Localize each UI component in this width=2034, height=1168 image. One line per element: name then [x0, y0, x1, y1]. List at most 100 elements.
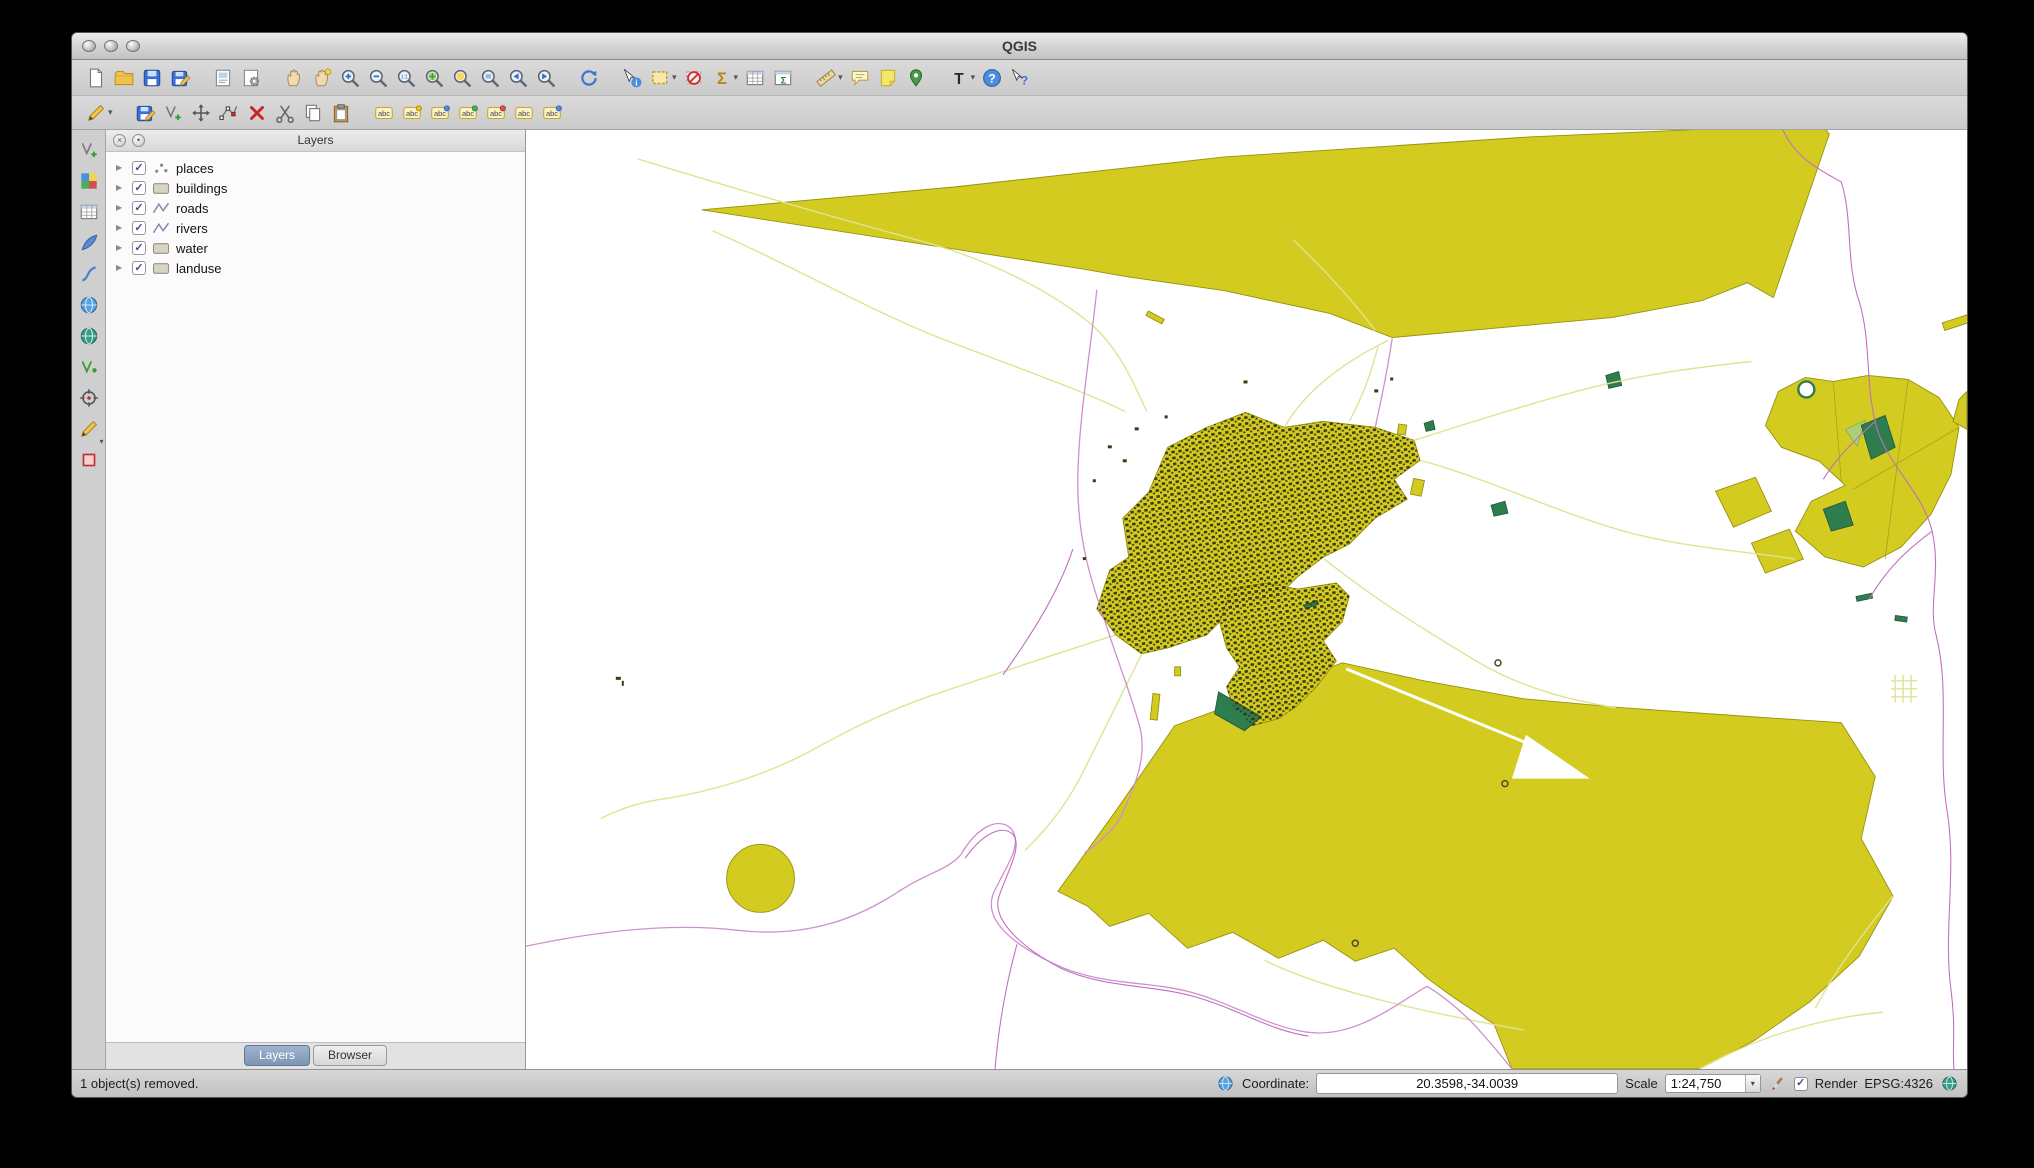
expand-arrow-icon[interactable]: [116, 163, 127, 173]
annotation-pencil-button[interactable]: [76, 417, 102, 443]
annotation-pen-button[interactable]: [76, 231, 102, 257]
qgis-window: QGIS: [71, 32, 1968, 1098]
wms-button[interactable]: [76, 324, 102, 350]
spline-button[interactable]: [76, 262, 102, 288]
expand-arrow-icon[interactable]: [116, 203, 127, 213]
layers-panel-header: Layers: [106, 130, 525, 152]
tab-browser[interactable]: Browser: [313, 1045, 387, 1066]
layer-visibility-checkbox[interactable]: [132, 261, 146, 275]
node-tool-button[interactable]: [216, 100, 242, 126]
layer-row-rivers[interactable]: rivers: [106, 218, 525, 238]
open-attribute-table-button[interactable]: [742, 65, 768, 91]
expand-arrow-icon[interactable]: [116, 223, 127, 233]
expand-arrow-icon[interactable]: [116, 243, 127, 253]
map-canvas[interactable]: [526, 130, 1967, 1069]
add-feature-button[interactable]: [160, 100, 186, 126]
map-tips-button[interactable]: [847, 65, 873, 91]
labeling-button[interactable]: [371, 100, 397, 126]
change-label-button[interactable]: [483, 100, 509, 126]
layers-panel-title: Layers: [297, 133, 333, 147]
scale-dropdown-arrow-icon[interactable]: [1745, 1075, 1760, 1092]
refresh-map-button[interactable]: [576, 65, 602, 91]
new-annotation-button[interactable]: [875, 65, 901, 91]
layer-row-buildings[interactable]: buildings: [106, 178, 525, 198]
text-annotation-button[interactable]: [946, 65, 978, 91]
zoom-in-button[interactable]: [337, 65, 363, 91]
layer-visibility-checkbox[interactable]: [132, 201, 146, 215]
select-features-button[interactable]: [647, 65, 679, 91]
layer-row-roads[interactable]: roads: [106, 198, 525, 218]
composer-manager-button[interactable]: [238, 65, 264, 91]
new-project-button[interactable]: [83, 65, 109, 91]
dock-tab-bar: Layers Browser: [106, 1042, 525, 1069]
zoom-last-button[interactable]: [505, 65, 531, 91]
layer-row-landuse[interactable]: landuse: [106, 258, 525, 278]
layer-label: rivers: [176, 221, 208, 236]
label-highlight-button[interactable]: [399, 100, 425, 126]
pan-map-button[interactable]: [281, 65, 307, 91]
layer-tree: places buildings roads: [106, 152, 525, 1042]
coordinate-input[interactable]: 20.3598,-34.0039: [1316, 1073, 1618, 1094]
stop-render-brush-icon[interactable]: [1768, 1074, 1787, 1093]
layer-visibility-checkbox[interactable]: [132, 161, 146, 175]
save-project-as-button[interactable]: [167, 65, 193, 91]
layer-label: roads: [176, 201, 209, 216]
zoom-to-layer-button[interactable]: [477, 65, 503, 91]
dock-close-icon[interactable]: [113, 134, 126, 147]
crs-status-icon[interactable]: [1940, 1074, 1959, 1093]
toggle-editing-button[interactable]: [83, 100, 115, 126]
pan-to-selection-button[interactable]: [309, 65, 335, 91]
measure-button[interactable]: [813, 65, 845, 91]
zoom-to-selection-button[interactable]: [449, 65, 475, 91]
status-message: 1 object(s) removed.: [80, 1076, 199, 1091]
digitizing-label-toolbar: [72, 96, 1967, 130]
whats-this-button[interactable]: [1007, 65, 1033, 91]
grid-button[interactable]: [76, 448, 102, 474]
gps-tools-button[interactable]: [76, 386, 102, 412]
layer-label: places: [176, 161, 214, 176]
bookmark-button[interactable]: [903, 65, 929, 91]
move-label-button[interactable]: [427, 100, 453, 126]
cut-features-button[interactable]: [272, 100, 298, 126]
paste-features-button[interactable]: [328, 100, 354, 126]
open-project-button[interactable]: [111, 65, 137, 91]
zoom-window-button[interactable]: [126, 40, 140, 52]
zoom-actual-size-button[interactable]: [393, 65, 419, 91]
layer-visibility-checkbox[interactable]: [132, 181, 146, 195]
delete-selected-button[interactable]: [244, 100, 270, 126]
save-edits-button[interactable]: [132, 100, 158, 126]
expand-arrow-icon[interactable]: [116, 183, 127, 193]
minimize-window-button[interactable]: [104, 40, 118, 52]
copy-features-button[interactable]: [300, 100, 326, 126]
label-properties-button[interactable]: [511, 100, 537, 126]
layer-visibility-checkbox[interactable]: [132, 241, 146, 255]
help-button[interactable]: [979, 65, 1005, 91]
save-project-button[interactable]: [139, 65, 165, 91]
zoom-full-extent-button[interactable]: [421, 65, 447, 91]
scale-combobox[interactable]: 1:24,750: [1665, 1074, 1761, 1093]
metasearch-button[interactable]: [76, 200, 102, 226]
georeferencer-button[interactable]: [76, 169, 102, 195]
topology-button[interactable]: [76, 355, 102, 381]
web-services-button[interactable]: [76, 293, 102, 319]
dock-float-icon[interactable]: [132, 134, 145, 147]
zoom-next-button[interactable]: [533, 65, 559, 91]
identify-features-button[interactable]: [619, 65, 645, 91]
layer-row-water[interactable]: water: [106, 238, 525, 258]
rotate-label-button[interactable]: [455, 100, 481, 126]
expand-arrow-icon[interactable]: [116, 263, 127, 273]
new-print-composer-button[interactable]: [210, 65, 236, 91]
close-window-button[interactable]: [82, 40, 96, 52]
select-by-expression-button[interactable]: [709, 65, 741, 91]
layer-row-places[interactable]: places: [106, 158, 525, 178]
move-feature-button[interactable]: [188, 100, 214, 126]
crs-label: EPSG:4326: [1864, 1076, 1933, 1091]
field-calculator-button[interactable]: [770, 65, 796, 91]
tab-layers[interactable]: Layers: [244, 1045, 310, 1066]
layer-visibility-checkbox[interactable]: [132, 221, 146, 235]
render-checkbox[interactable]: [1794, 1077, 1808, 1091]
zoom-out-button[interactable]: [365, 65, 391, 91]
deselect-features-button[interactable]: [681, 65, 707, 91]
cad-input-button[interactable]: [76, 138, 102, 164]
label-settings-button[interactable]: [539, 100, 565, 126]
